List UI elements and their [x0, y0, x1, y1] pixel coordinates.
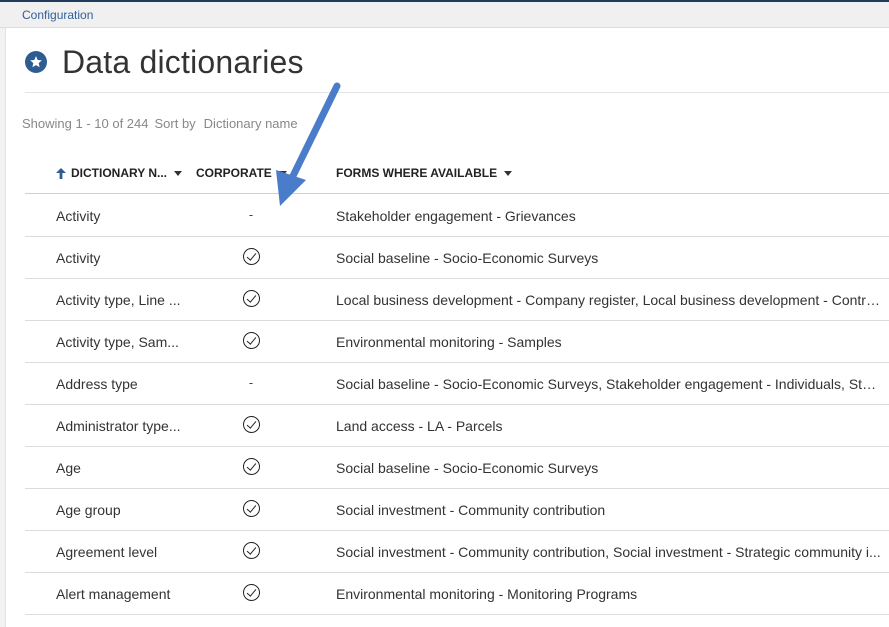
column-header-label: CORPORATE: [196, 166, 272, 180]
checkmark-circle-icon: [242, 290, 260, 307]
corporate-cell: [240, 247, 262, 268]
table-row[interactable]: Address type - Social baseline - Socio-E…: [25, 363, 889, 405]
sort-label: Sort by: [154, 116, 196, 131]
table-row[interactable]: Age Social baseline - Socio-Economic Sur…: [25, 447, 889, 489]
checkmark-circle-icon: [242, 332, 260, 349]
column-header-forms[interactable]: FORMS WHERE AVAILABLE: [336, 166, 513, 180]
dictionary-name-cell[interactable]: Activity: [56, 250, 184, 266]
forms-cell: Land access - LA - Parcels: [336, 418, 503, 434]
column-header-dictionary-name[interactable]: DICTIONARY N...: [56, 166, 183, 180]
checkmark-circle-icon: [242, 584, 260, 601]
forms-cell: Social baseline - Socio-Economic Surveys: [336, 250, 599, 266]
page-header: Data dictionaries: [25, 42, 304, 82]
chevron-down-icon[interactable]: [278, 170, 287, 176]
star-circle-icon: [25, 51, 47, 73]
dictionary-name-cell[interactable]: Age group: [56, 502, 184, 518]
dictionary-name-cell[interactable]: Administrator type...: [56, 418, 184, 434]
table-row[interactable]: Administrator type... Land access - LA -…: [25, 405, 889, 447]
forms-cell: Social baseline - Socio-Economic Surveys…: [336, 376, 882, 392]
top-bar: Configuration: [0, 0, 889, 28]
record-count: Showing 1 - 10 of 244: [22, 116, 149, 131]
forms-cell: Social baseline - Socio-Economic Surveys: [336, 460, 599, 476]
corporate-dash: -: [248, 207, 254, 222]
checkmark-circle-icon: [242, 416, 260, 433]
table-row[interactable]: Age group Social investment - Community …: [25, 489, 889, 531]
checkmark-circle-icon: [242, 542, 260, 559]
left-panel-edge: [0, 28, 6, 627]
checkmark-circle-icon: [242, 248, 260, 265]
dictionary-name-cell[interactable]: Activity type, Line ...: [56, 292, 184, 308]
forms-cell: Local business development - Company reg…: [336, 292, 882, 308]
column-header-label: DICTIONARY N...: [71, 166, 168, 180]
table-row[interactable]: Activity Social baseline - Socio-Economi…: [25, 237, 889, 279]
corporate-cell: -: [240, 205, 262, 225]
corporate-cell: [240, 289, 262, 310]
chevron-down-icon[interactable]: [174, 170, 183, 176]
checkmark-circle-icon: [242, 500, 260, 517]
corporate-dash: -: [248, 375, 254, 390]
dictionary-name-cell[interactable]: Activity: [56, 208, 184, 224]
title-divider: [25, 92, 889, 93]
table-row[interactable]: Activity type, Sam... Environmental moni…: [25, 321, 889, 363]
corporate-cell: [240, 415, 262, 436]
dictionary-name-cell[interactable]: Address type: [56, 376, 184, 392]
dictionary-name-cell[interactable]: Alert management: [56, 586, 184, 602]
forms-cell: Social investment - Community contributi…: [336, 502, 606, 518]
corporate-cell: [240, 499, 262, 520]
dictionary-name-cell[interactable]: Agreement level: [56, 544, 184, 560]
corporate-cell: [240, 457, 262, 478]
forms-cell: Social investment - Community contributi…: [336, 544, 881, 560]
table-row[interactable]: Activity type, Line ... Local business d…: [25, 279, 889, 321]
corporate-cell: [240, 541, 262, 562]
breadcrumb-configuration[interactable]: Configuration: [22, 8, 93, 22]
dictionary-name-cell[interactable]: Activity type, Sam...: [56, 334, 184, 350]
corporate-cell: [240, 331, 262, 352]
table-row[interactable]: Alert management Environmental monitorin…: [25, 573, 889, 615]
forms-cell: Stakeholder engagement - Grievances: [336, 208, 576, 224]
sort-selector[interactable]: Dictionary name: [204, 116, 298, 131]
data-dictionary-table: Activity - Stakeholder engagement - Grie…: [25, 195, 889, 615]
corporate-cell: [240, 583, 262, 604]
forms-cell: Environmental monitoring - Monitoring Pr…: [336, 586, 638, 602]
checkmark-circle-icon: [242, 458, 260, 475]
chevron-down-icon[interactable]: [504, 170, 513, 176]
table-row[interactable]: Activity - Stakeholder engagement - Grie…: [25, 195, 889, 237]
corporate-cell: -: [240, 373, 262, 393]
column-header-corporate[interactable]: CORPORATE: [196, 166, 287, 180]
dictionary-name-cell[interactable]: Age: [56, 460, 184, 476]
page-title: Data dictionaries: [62, 43, 304, 80]
column-header-label: FORMS WHERE AVAILABLE: [336, 166, 498, 180]
table-header: DICTIONARY N... CORPORATE FORMS WHERE AV…: [25, 152, 889, 194]
listing-info: Showing 1 - 10 of 244 Sort by Dictionary…: [22, 116, 298, 131]
table-row[interactable]: Agreement level Social investment - Comm…: [25, 531, 889, 573]
sort-ascending-icon: [56, 167, 66, 179]
forms-cell: Environmental monitoring - Samples: [336, 334, 562, 350]
